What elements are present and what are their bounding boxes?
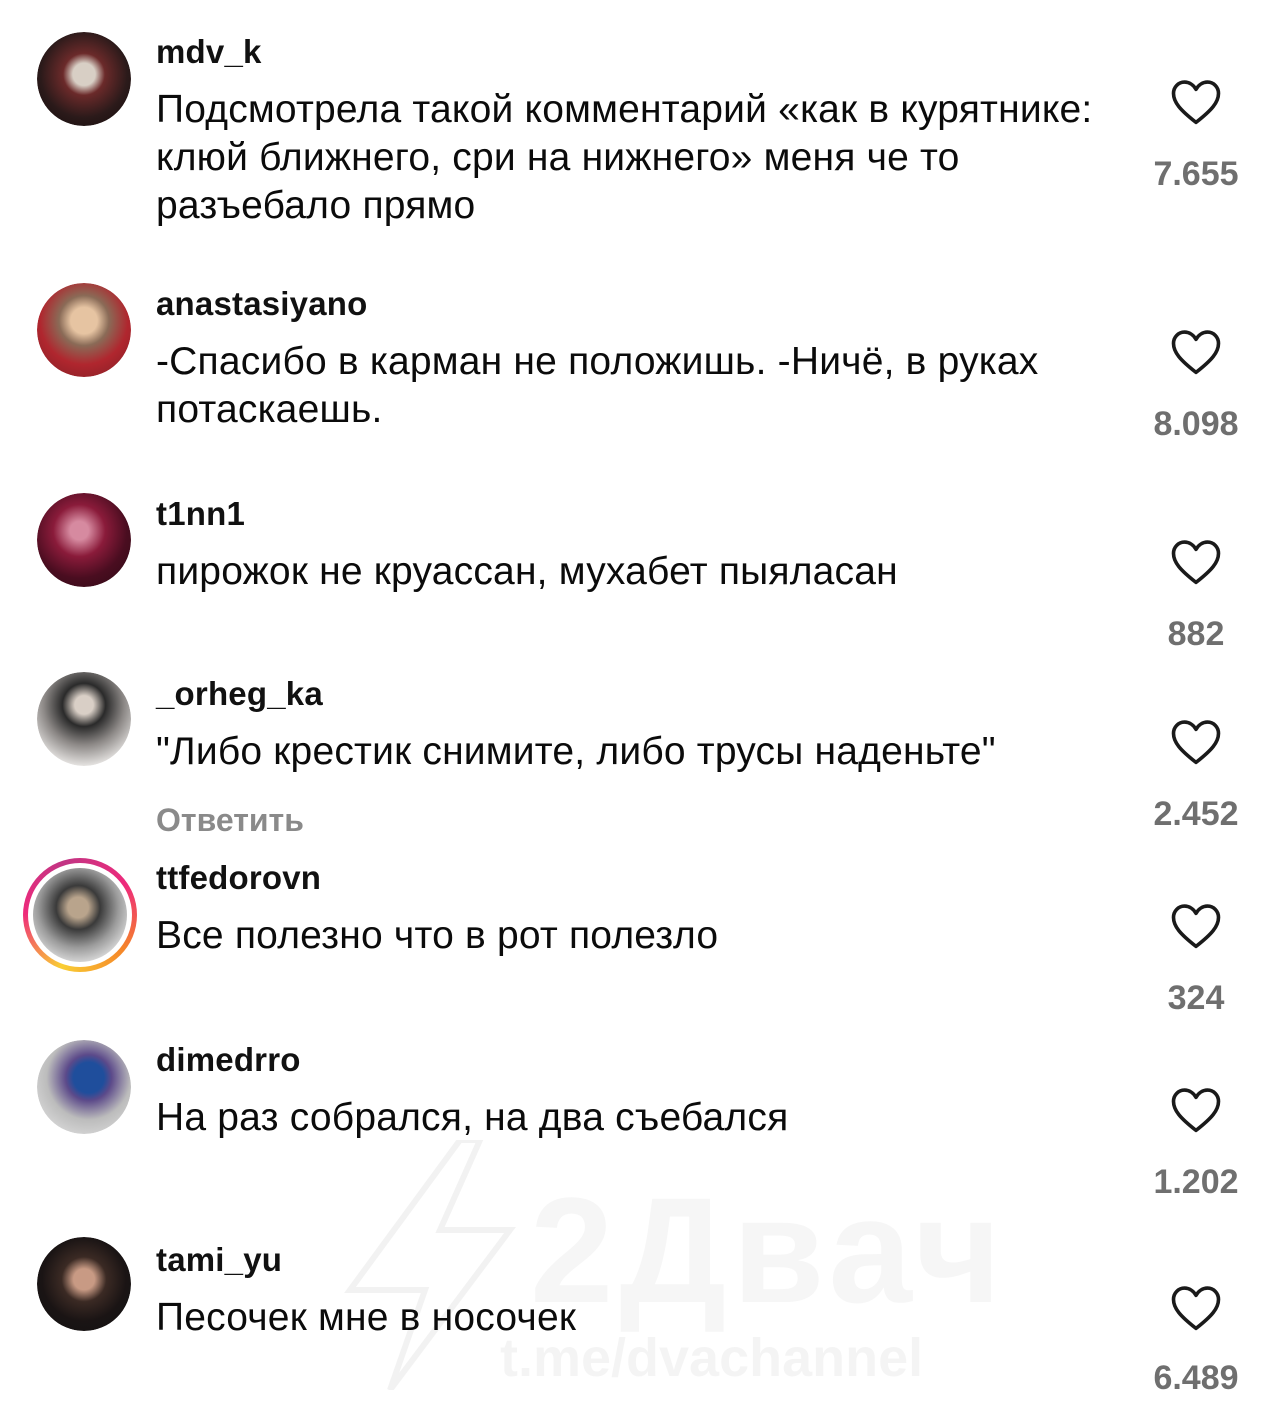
heart-outline-icon: [1171, 330, 1221, 375]
avatar-image: [37, 1237, 131, 1331]
like-button[interactable]: [1148, 900, 1244, 950]
comment-username[interactable]: mdv_k: [156, 32, 262, 72]
avatar[interactable]: [37, 32, 131, 126]
like-count: 8.098: [1153, 405, 1239, 443]
avatar[interactable]: [37, 493, 131, 587]
comment-username[interactable]: ttfedorovn: [156, 858, 321, 898]
comment-username[interactable]: _orheg_ka: [156, 674, 323, 714]
comment-text: "Либо крестик снимите, либо трусы надень…: [156, 730, 996, 773]
like-count: 2.452: [1153, 795, 1239, 833]
heart-outline-icon: [1171, 1286, 1221, 1331]
avatar-image: [37, 493, 131, 587]
heart-outline-icon: [1171, 540, 1221, 585]
avatar-image: [37, 32, 131, 126]
comment-text: Все полезно что в рот полезло: [156, 914, 719, 957]
avatar-story-ring[interactable]: [23, 858, 137, 972]
like-count: 882: [1167, 615, 1225, 653]
comment-text: На раз собрался, на два съебался: [156, 1096, 789, 1139]
bolt-logo-icon: [344, 1140, 516, 1390]
like-button[interactable]: [1148, 76, 1244, 126]
avatar-image: [37, 283, 131, 377]
avatar[interactable]: [37, 1040, 131, 1134]
avatar[interactable]: [37, 672, 131, 766]
comment-username[interactable]: dimedrro: [156, 1040, 301, 1080]
comment-text: Песочек мне в носочек: [156, 1296, 577, 1339]
like-button[interactable]: [1148, 536, 1244, 586]
reply-button[interactable]: Ответить: [156, 800, 304, 840]
heart-outline-icon: [1171, 1088, 1221, 1133]
avatar[interactable]: [37, 1237, 131, 1331]
like-count: 6.489: [1153, 1359, 1239, 1397]
like-count: 7.655: [1153, 155, 1239, 193]
like-button[interactable]: [1148, 326, 1244, 376]
comment-text: пирожок не круассан, мухабет пыяласан: [156, 550, 898, 593]
like-button[interactable]: [1148, 716, 1244, 766]
avatar[interactable]: [37, 283, 131, 377]
comment-username[interactable]: t1nn1: [156, 494, 245, 534]
comment-text: Подсмотрела такой комментарий «как в кур…: [156, 88, 1093, 227]
comment-text: -Спасибо в карман не положишь. -Ничё, в …: [156, 340, 1039, 431]
like-count: 1.202: [1153, 1163, 1239, 1201]
like-count: 324: [1167, 979, 1225, 1017]
avatar-image: [33, 868, 127, 962]
heart-outline-icon: [1171, 720, 1221, 765]
heart-outline-icon: [1171, 904, 1221, 949]
like-button[interactable]: [1148, 1282, 1244, 1332]
avatar-image: [37, 1040, 131, 1134]
like-button[interactable]: [1148, 1084, 1244, 1134]
heart-outline-icon: [1171, 80, 1221, 125]
avatar-image: [37, 672, 131, 766]
comment-username[interactable]: anastasiyano: [156, 284, 368, 324]
comment-username[interactable]: tami_yu: [156, 1240, 282, 1280]
watermark: 2Двач t.me/dvachannel: [330, 1140, 970, 1390]
